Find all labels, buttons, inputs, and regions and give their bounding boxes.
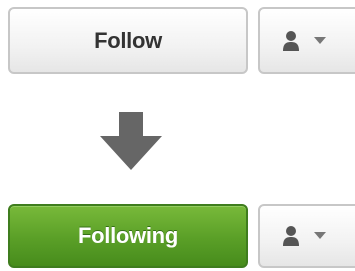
user-icon bbox=[282, 225, 300, 247]
user-menu-button[interactable] bbox=[258, 204, 355, 268]
following-button-label: Following bbox=[78, 223, 178, 248]
follow-button[interactable]: Follow bbox=[8, 7, 248, 74]
chevron-down-icon bbox=[314, 36, 326, 45]
following-button[interactable]: Following bbox=[8, 204, 248, 268]
follow-state-illustration: Follow Following bbox=[0, 0, 355, 271]
chevron-down-icon bbox=[314, 232, 326, 240]
follow-button-label: Follow bbox=[94, 27, 162, 53]
arrow-down-icon bbox=[100, 112, 162, 170]
user-menu-button[interactable] bbox=[258, 7, 355, 74]
user-icon bbox=[282, 30, 300, 52]
